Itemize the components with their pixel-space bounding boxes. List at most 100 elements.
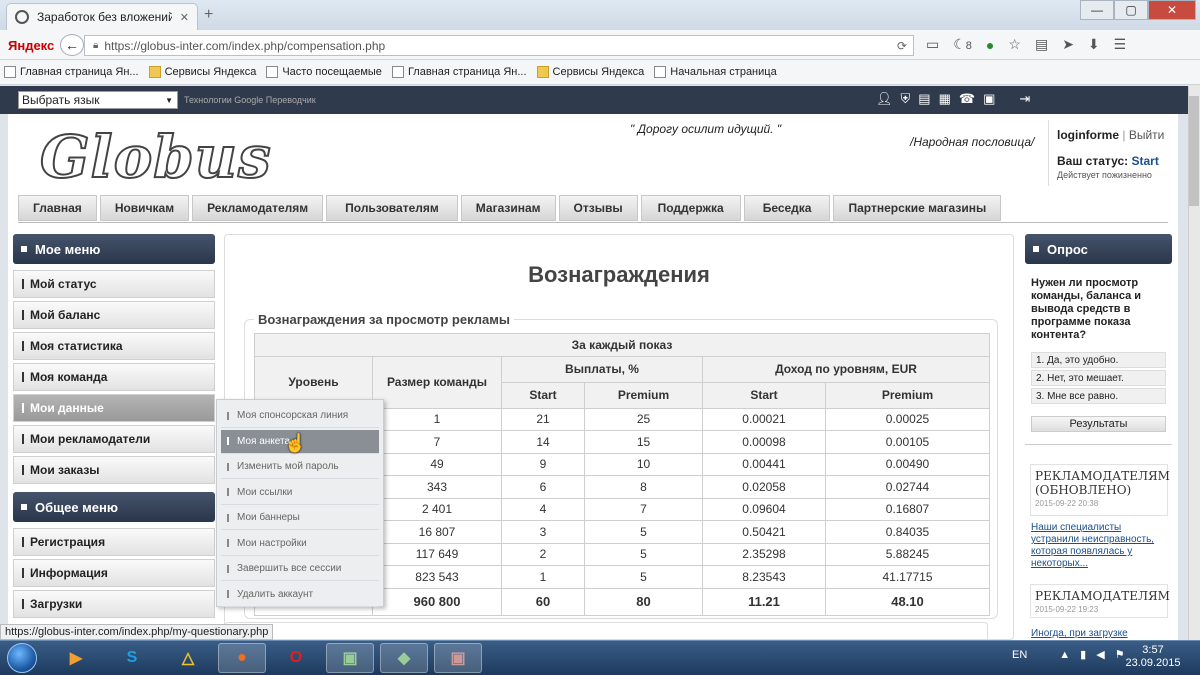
nav-newbies[interactable]: Новичкам bbox=[99, 195, 190, 221]
reader-icon[interactable]: ▭ bbox=[926, 36, 939, 53]
browser-tab[interactable]: Заработок без вложений ... ✕ bbox=[6, 3, 198, 30]
calculator-icon[interactable]: ▦ bbox=[939, 91, 951, 107]
submenu-item-delete-account[interactable]: Удалить аккаунт bbox=[221, 583, 379, 607]
sidebar-item-advertisers[interactable]: Мои рекламодатели bbox=[13, 425, 215, 453]
poll-option[interactable]: 2. Нет, это мешает. bbox=[1031, 370, 1166, 386]
poll-option[interactable]: 1. Да, это удобно. bbox=[1031, 352, 1166, 368]
back-button[interactable]: ← bbox=[60, 34, 84, 56]
poll-header: Опрос bbox=[1025, 234, 1172, 264]
nav-reviews[interactable]: Отзывы bbox=[558, 195, 638, 221]
news-excerpt-link[interactable]: Наши специалисты устранили неисправность… bbox=[1031, 522, 1171, 570]
sidebar-item-my-data[interactable]: Мои данные bbox=[13, 394, 215, 422]
submenu-item-end-sessions[interactable]: Завершить все сессии bbox=[221, 557, 379, 581]
page-title: Вознаграждения bbox=[528, 262, 710, 287]
url-input[interactable]: 🔒︎ https://globus-inter.com/index.php/co… bbox=[84, 35, 914, 56]
monitor-icon[interactable]: ▣ bbox=[983, 91, 995, 107]
sidebar-item-team[interactable]: Моя команда bbox=[13, 363, 215, 391]
scrollbar-thumb[interactable] bbox=[1189, 96, 1199, 206]
bookmark-item[interactable]: Начальная страница bbox=[654, 66, 777, 78]
bookmark-item[interactable]: Главная страница Ян... bbox=[391, 66, 527, 78]
taskbar-window[interactable]: ▣ bbox=[434, 643, 482, 673]
close-window-button[interactable]: ✕ bbox=[1148, 0, 1196, 20]
nav-users[interactable]: Пользователям bbox=[326, 195, 458, 221]
taskbar-window[interactable]: ▣ bbox=[326, 643, 374, 673]
sidebar-item-statistics[interactable]: Моя статистика bbox=[13, 332, 215, 360]
windows-logo-icon bbox=[7, 642, 37, 673]
taskbar-window[interactable]: ◆ bbox=[380, 643, 428, 673]
volume-icon[interactable]: ◀ bbox=[1096, 648, 1104, 661]
maximize-button[interactable]: ▢ bbox=[1114, 0, 1148, 20]
weather-icon[interactable]: ☾8 bbox=[953, 36, 972, 53]
menu-icon[interactable]: ☰ bbox=[1114, 36, 1127, 53]
nav-advertisers[interactable]: Рекламодателям bbox=[192, 195, 324, 221]
bookmark-item[interactable]: Часто посещаемые bbox=[266, 66, 382, 78]
sidebar-item-registration[interactable]: Регистрация bbox=[13, 528, 215, 556]
card-icon[interactable]: ▤ bbox=[918, 91, 930, 107]
login-name[interactable]: loginforme bbox=[1057, 128, 1119, 142]
bookmarks-bar: Главная страница Ян... Сервисы Яндекса Ч… bbox=[0, 60, 1200, 85]
nav-partner-shops[interactable]: Партнерские магазины bbox=[833, 195, 1002, 221]
send-icon[interactable]: ➤ bbox=[1062, 36, 1074, 53]
sidebar-item-balance[interactable]: Мой баланс bbox=[13, 301, 215, 329]
language-select[interactable]: Выбрать язык ▼ bbox=[18, 91, 178, 109]
taskbar-skype[interactable]: S bbox=[108, 643, 156, 673]
folder-icon bbox=[536, 66, 549, 78]
google-translate-credit: Технологии Google Переводчик bbox=[184, 95, 316, 105]
status-note: Действует пожизненно bbox=[1057, 170, 1152, 180]
bookmark-star-icon[interactable]: ☆ bbox=[1008, 36, 1021, 53]
language-indicator[interactable]: EN bbox=[1012, 649, 1027, 661]
section-title: Вознаграждения за просмотр рекламы bbox=[254, 312, 514, 327]
news-title[interactable]: РЕКЛАМОДАТЕЛЯМ (ОБНОВЛЕНО) bbox=[1035, 469, 1170, 497]
logout-link[interactable]: Выйти bbox=[1129, 128, 1165, 142]
nav-chat[interactable]: Беседка bbox=[743, 195, 831, 221]
site-logo[interactable]: Globus bbox=[39, 122, 272, 192]
news-title[interactable]: РЕКЛАМОДАТЕЛЯМ bbox=[1035, 589, 1170, 603]
shield-icon[interactable]: ⛨ bbox=[901, 91, 911, 107]
bookmark-item[interactable]: Сервисы Яндекса bbox=[148, 66, 256, 78]
minimize-button[interactable]: — bbox=[1080, 0, 1114, 20]
refresh-icon[interactable]: ⟳ bbox=[897, 39, 907, 53]
taskbar-app[interactable]: △ bbox=[164, 643, 212, 673]
folder-icon bbox=[148, 66, 161, 78]
bookmarks-list-icon[interactable]: ▤ bbox=[1035, 36, 1048, 53]
submenu-item-settings[interactable]: Мои настройки bbox=[221, 532, 379, 556]
bookmark-item[interactable]: Главная страница Ян... bbox=[4, 66, 139, 78]
start-button[interactable] bbox=[2, 641, 42, 674]
new-tab-button[interactable]: + bbox=[204, 6, 213, 24]
submenu-item-sponsor-line[interactable]: Моя спонсорская линия bbox=[221, 404, 379, 428]
logout-icon[interactable]: ⇥ bbox=[1019, 91, 1030, 107]
sidebar-item-status[interactable]: Мой статус bbox=[13, 270, 215, 298]
my-menu-header: Мое меню bbox=[13, 234, 215, 264]
poll-option[interactable]: 3. Мне все равно. bbox=[1031, 388, 1166, 404]
extension-icon[interactable]: ● bbox=[986, 37, 994, 53]
header-quote-source: /Народная пословица/ bbox=[910, 135, 1035, 149]
sidebar-item-orders[interactable]: Мои заказы bbox=[13, 456, 215, 484]
bookmark-item[interactable]: Сервисы Яндекса bbox=[536, 66, 644, 78]
tray-expand-icon[interactable]: ▲ bbox=[1059, 649, 1070, 661]
sidebar-item-information[interactable]: Информация bbox=[13, 559, 215, 587]
user-icon[interactable]: 👤︎ bbox=[876, 91, 893, 107]
my-data-submenu: Моя спонсорская линия Моя анкета Изменит… bbox=[216, 399, 384, 607]
sidebar-item-downloads[interactable]: Загрузки bbox=[13, 590, 215, 618]
submenu-item-change-password[interactable]: Изменить мой пароль bbox=[221, 455, 379, 479]
taskbar-opera[interactable]: O bbox=[272, 643, 320, 673]
yandex-logo[interactable]: Яндекс bbox=[8, 38, 54, 53]
submenu-item-banners[interactable]: Мои баннеры bbox=[221, 506, 379, 530]
nav-home[interactable]: Главная bbox=[18, 195, 97, 221]
poll-results-button[interactable]: Результаты bbox=[1031, 416, 1166, 432]
taskbar-media-player[interactable]: ▶ bbox=[52, 643, 100, 673]
page-icon bbox=[391, 66, 404, 78]
download-icon[interactable]: ⬇ bbox=[1088, 36, 1100, 53]
flag-icon[interactable]: ⚑ bbox=[1115, 648, 1125, 661]
opera-icon: O bbox=[289, 649, 303, 666]
submenu-item-links[interactable]: Мои ссылки bbox=[221, 481, 379, 505]
firefox-icon: ● bbox=[237, 649, 247, 666]
news-excerpt-link[interactable]: Иногда, при загрузке bbox=[1031, 628, 1171, 640]
network-icon[interactable]: ▮ bbox=[1080, 648, 1086, 661]
nav-support[interactable]: Поддержка bbox=[640, 195, 741, 221]
tab-close-icon[interactable]: ✕ bbox=[180, 11, 189, 24]
nav-shops[interactable]: Магазинам bbox=[460, 195, 556, 221]
taskbar-firefox[interactable]: ● bbox=[218, 643, 266, 673]
support-icon[interactable]: ☎ bbox=[959, 91, 975, 107]
clock[interactable]: 3:57 23.09.2015 bbox=[1125, 644, 1181, 670]
